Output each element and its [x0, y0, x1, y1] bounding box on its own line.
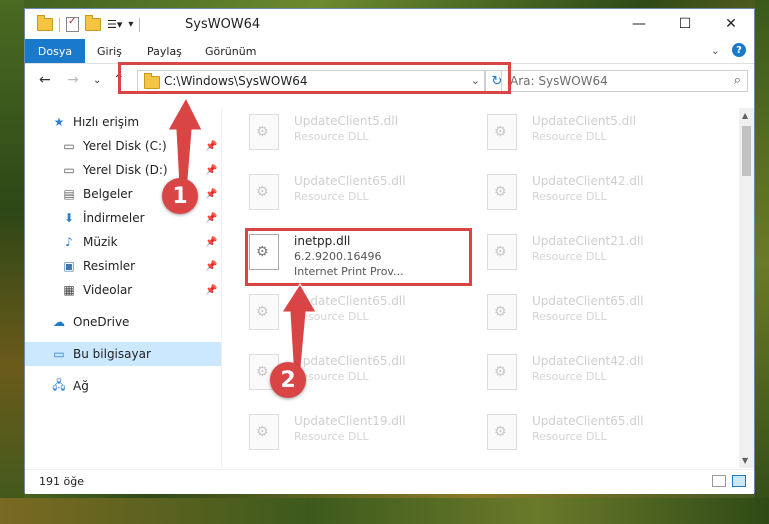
documents-icon: ▤ [63, 187, 75, 201]
window-controls: — ☐ ✕ [616, 9, 754, 39]
sidebar-item-this-pc[interactable]: ▭ Bu bilgisayar [25, 342, 221, 366]
tab-file[interactable]: Dosya [25, 39, 85, 63]
minimize-button[interactable]: — [616, 9, 662, 39]
expand-ribbon-icon[interactable]: ⌄ [711, 44, 720, 57]
dll-file-icon [487, 174, 517, 210]
dll-file-icon [249, 294, 279, 330]
cloud-icon: ☁ [53, 315, 65, 329]
new-folder-icon[interactable] [85, 15, 101, 31]
file-item[interactable]: UpdateClient5.dll Resource DLL [484, 108, 714, 162]
file-highlight [245, 228, 472, 286]
scrollbar-thumb[interactable] [742, 126, 751, 176]
tab-home[interactable]: Giriş [97, 39, 122, 63]
sidebar-item-videos[interactable]: ▦ Videolar 📌 [25, 278, 221, 302]
dll-file-icon [487, 234, 517, 270]
callout-badge-1: 1 [162, 178, 198, 214]
sidebar-item-pictures[interactable]: ▣ Resimler 📌 [25, 254, 221, 278]
window-title: SysWOW64 [185, 17, 261, 32]
dll-file-icon [249, 414, 279, 450]
drive-icon: ▭ [63, 139, 75, 153]
dll-file-icon [249, 174, 279, 210]
scroll-down-icon[interactable]: ▼ [742, 456, 748, 465]
close-button[interactable]: ✕ [708, 9, 754, 39]
drive-icon: ▭ [63, 163, 75, 177]
desktop-background-left [0, 0, 24, 524]
file-item[interactable]: UpdateClient42.dll Resource DLL [484, 348, 714, 402]
pin-icon: 📌 [205, 260, 218, 272]
maximize-button[interactable]: ☐ [662, 9, 708, 39]
sidebar-item-onedrive[interactable]: ☁ OneDrive [25, 310, 221, 334]
pictures-icon: ▣ [63, 259, 75, 273]
file-item[interactable]: UpdateClient19.dll Resource DLL [246, 408, 476, 462]
dll-file-icon [249, 114, 279, 150]
file-item[interactable]: UpdateClient65.dll Resource DLL [246, 168, 476, 222]
pin-icon: 📌 [205, 284, 218, 296]
scroll-up-icon[interactable]: ▲ [742, 111, 748, 120]
search-icon: ⌕ [733, 73, 741, 88]
status-bar: 191 öğe [25, 469, 754, 494]
details-view-icon[interactable] [712, 475, 726, 487]
sidebar-item-network[interactable]: 🖧 Ağ [25, 374, 221, 398]
network-icon: 🖧 [52, 377, 66, 392]
pin-icon: 📌 [205, 212, 218, 224]
dll-file-icon [487, 114, 517, 150]
customize-toolbar-icon[interactable]: ☰▾ [107, 18, 122, 31]
address-bar-highlight [118, 62, 511, 94]
star-icon: ★ [53, 115, 65, 129]
tiles-view-icon[interactable] [732, 475, 746, 487]
desktop-background-bottom [0, 498, 769, 524]
video-icon: ▦ [63, 283, 75, 297]
file-item[interactable]: UpdateClient21.dll Resource DLL [484, 228, 714, 282]
dll-file-icon [487, 414, 517, 450]
desktop-background-right [755, 0, 769, 524]
file-item[interactable]: UpdateClient5.dll Resource DLL [246, 108, 476, 162]
file-item[interactable]: UpdateClient65.dll Resource DLL [484, 288, 714, 342]
ribbon: Dosya Giriş Paylaş Görünüm ⌄ ? [25, 39, 754, 64]
file-item[interactable]: UpdateClient65.dll Resource DLL [484, 408, 714, 462]
dll-file-icon [487, 354, 517, 390]
back-arrow-icon[interactable]: ← [39, 72, 51, 88]
dll-file-icon [487, 294, 517, 330]
tab-share[interactable]: Paylaş [147, 39, 182, 63]
quick-access-toolbar: ☰▾ ▾ [37, 15, 141, 32]
file-item[interactable]: UpdateClient42.dll Resource DLL [484, 168, 714, 222]
tab-view[interactable]: Görünüm [205, 39, 256, 63]
callout-badge-2: 2 [270, 362, 306, 398]
sidebar-item-music[interactable]: ♪ Müzik 📌 [25, 230, 221, 254]
computer-icon: ▭ [53, 347, 65, 361]
search-placeholder: Ara: SysWOW64 [510, 74, 608, 88]
help-icon[interactable]: ? [732, 43, 746, 57]
recent-locations-icon[interactable]: ⌄ [93, 75, 101, 86]
title-bar: ☰▾ ▾ SysWOW64 — ☐ ✕ [25, 9, 754, 39]
download-icon: ⬇ [63, 211, 75, 225]
pin-icon: 📌 [205, 236, 218, 248]
properties-icon[interactable] [66, 16, 79, 32]
folder-icon [37, 15, 53, 31]
search-input[interactable]: Ara: SysWOW64 ⌕ [501, 70, 748, 92]
item-count: 191 öğe [39, 475, 84, 488]
toolbar-dropdown-icon[interactable]: ▾ [128, 19, 133, 30]
vertical-scrollbar[interactable]: ▲ ▼ [739, 108, 754, 468]
forward-arrow-icon[interactable]: → [67, 72, 79, 88]
music-icon: ♪ [65, 235, 73, 249]
